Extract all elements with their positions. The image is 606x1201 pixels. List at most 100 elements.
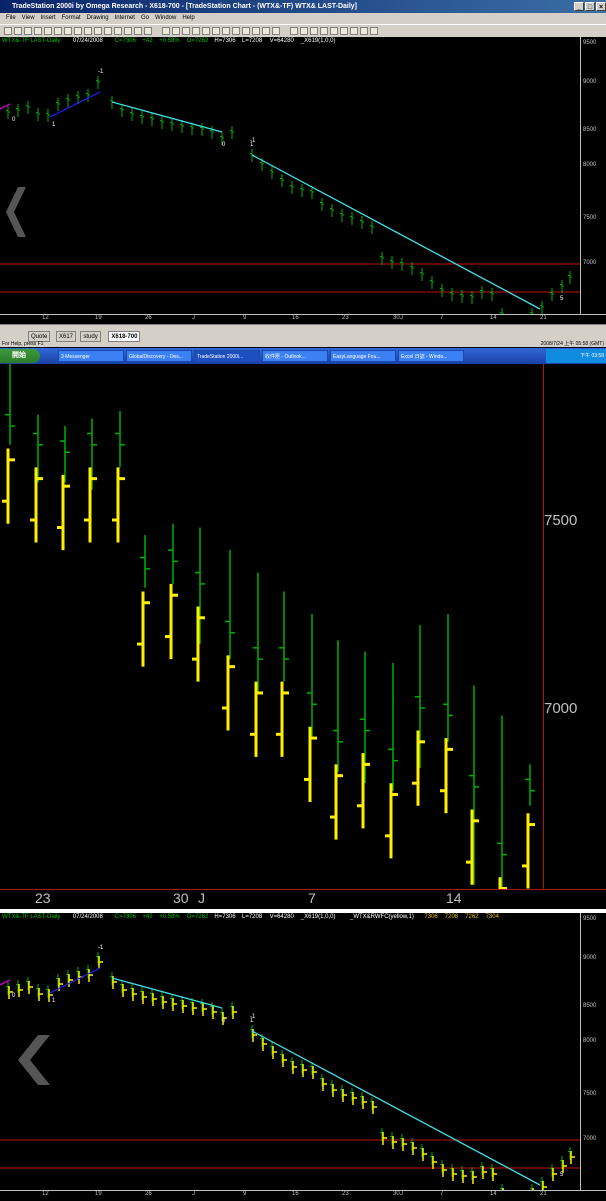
status-help-text: For Help, press F1 — [2, 341, 44, 347]
toolbar-button[interactable] — [162, 27, 170, 35]
x-axis-label: 14 — [446, 890, 462, 906]
toolbar-button[interactable] — [340, 27, 348, 35]
chart-header-field: V=64280 — [269, 914, 294, 920]
chart2-plot-area[interactable] — [0, 364, 543, 889]
chart3-x-axis: 12 19 26 J 9 16 23 30 J 7 14 21 — [0, 1190, 606, 1201]
taskbar-item[interactable]: TradeStation 2000i... — [194, 350, 260, 362]
minimize-icon[interactable]: _ — [574, 2, 584, 11]
x-axis-label: 26 — [145, 1191, 152, 1197]
x-axis-label: 19 — [95, 315, 102, 321]
toolbar-button[interactable] — [34, 27, 42, 35]
toolbar-button[interactable] — [144, 27, 152, 35]
toolbar-button[interactable] — [290, 27, 298, 35]
taskbar-item[interactable]: EasyLanguage Fou... — [330, 350, 396, 362]
toolbar-button[interactable] — [94, 27, 102, 35]
menu-file[interactable]: File — [6, 15, 16, 21]
y-axis-label: 7500 — [583, 215, 597, 221]
toolbar-button[interactable] — [272, 27, 280, 35]
x-axis-label: 12 — [42, 315, 49, 321]
toolbar-button[interactable] — [300, 27, 308, 35]
x-axis-label: 30 — [393, 1191, 400, 1197]
chevron-left-icon[interactable] — [16, 1035, 52, 1085]
chart-header-field: 7208 — [444, 914, 459, 920]
chart-header-field: O=7262 — [186, 38, 209, 44]
toolbar-button[interactable] — [310, 27, 318, 35]
x-axis-label: 16 — [292, 315, 299, 321]
y-axis-label: 7500 — [583, 1091, 597, 1097]
toolbar-button[interactable] — [350, 27, 358, 35]
title-bar[interactable]: TradeStation 2000i by Omega Research - X… — [0, 0, 606, 13]
x-axis-label: 9 — [243, 315, 247, 321]
y-axis-label: 8500 — [583, 1003, 597, 1009]
toolbar-button[interactable] — [182, 27, 190, 35]
toolbar-button[interactable] — [114, 27, 122, 35]
toolbar-button[interactable] — [192, 27, 200, 35]
chart1-y-axis: 9500 9000 8500 8000 7500 7000 — [580, 37, 606, 314]
y-axis-label: 8000 — [583, 1038, 597, 1044]
toolbar-button[interactable] — [202, 27, 210, 35]
chevron-left-icon[interactable] — [6, 187, 26, 237]
status-datetime: 2008/7/24 上午 05:58 (GMT) — [540, 341, 604, 347]
toolbar-button[interactable] — [64, 27, 72, 35]
menu-window[interactable]: Window — [155, 15, 176, 21]
close-icon[interactable]: × — [596, 2, 606, 11]
taskbar-item[interactable]: Excel 日誌 - Windo... — [398, 350, 464, 362]
toolbar-button[interactable] — [212, 27, 220, 35]
chart1-plot-area[interactable]: 01-101-1005 WTX&-TF LAST-Daily07/24/2008… — [0, 37, 580, 314]
y-axis-label: 7000 — [544, 700, 578, 717]
toolbar-button[interactable] — [74, 27, 82, 35]
toolbar — [0, 24, 606, 38]
taskbar-item[interactable]: GlobalDiscovery - Des... — [126, 350, 192, 362]
system-tray[interactable]: 下午 03:58 — [546, 349, 606, 363]
x-axis-label: J — [192, 1191, 195, 1197]
toolbar-button[interactable] — [124, 27, 132, 35]
chart-header-field: +42 — [142, 38, 153, 44]
toolbar-button[interactable] — [4, 27, 12, 35]
toolbar-button[interactable] — [54, 27, 62, 35]
menu-insert[interactable]: Insert — [41, 15, 56, 21]
menu-help[interactable]: Help — [182, 15, 194, 21]
taskbar-item[interactable]: 3 Messenger — [58, 350, 124, 362]
toolbar-button[interactable] — [134, 27, 142, 35]
chart3-plot-area[interactable]: 01-101-1005 WTX&-TF LAST-Daily07/24/2008… — [0, 913, 580, 1190]
toolbar-button[interactable] — [252, 27, 260, 35]
chart3-y-axis: 9500 9000 8500 8000 7500 7000 — [580, 913, 606, 1190]
menu-bar: File View Insert Format Drawing Internet Go Win… — [0, 13, 606, 24]
toolbar-button[interactable] — [84, 27, 92, 35]
toolbar-button[interactable] — [262, 27, 270, 35]
start-button[interactable]: 開始 — [0, 349, 40, 363]
toolbar-button[interactable] — [330, 27, 338, 35]
chart-header-field: C=7306 — [114, 38, 136, 44]
toolbar-button[interactable] — [222, 27, 230, 35]
chart-header-field: _X619(1,0,0) — [300, 38, 336, 44]
chart-header-field: _X619(1,0,0) — [300, 914, 336, 920]
chart2-price-bars — [2, 364, 535, 889]
chart-header-field: H=7306 — [214, 38, 236, 44]
menu-drawing[interactable]: Drawing — [87, 15, 109, 21]
toolbar-button[interactable] — [360, 27, 368, 35]
chart-header-field: O=7262 — [186, 914, 209, 920]
menu-view[interactable]: View — [22, 15, 35, 21]
toolbar-button[interactable] — [320, 27, 328, 35]
status-bar: For Help, press F1 2008/7/24 上午 05:58 (G… — [0, 341, 606, 348]
swing-label: 5 — [560, 296, 564, 302]
x-axis-label: J — [198, 890, 205, 906]
toolbar-button[interactable] — [24, 27, 32, 35]
toolbar-button[interactable] — [242, 27, 250, 35]
toolbar-button[interactable] — [44, 27, 52, 35]
x-axis-label: 21 — [540, 315, 547, 321]
menu-go[interactable]: Go — [141, 15, 149, 21]
toolbar-button[interactable] — [370, 27, 378, 35]
window-title: TradeStation 2000i by Omega Research - X… — [12, 3, 358, 10]
toolbar-button[interactable] — [14, 27, 22, 35]
chart1-price-bars: 01-101-1005 — [0, 69, 580, 314]
maximize-icon[interactable]: □ — [585, 2, 595, 11]
toolbar-button[interactable] — [172, 27, 180, 35]
menu-format[interactable]: Format — [62, 15, 81, 21]
x-axis-label: 21 — [540, 1191, 547, 1197]
menu-internet[interactable]: Internet — [115, 15, 135, 21]
taskbar-item[interactable]: 收件匣 - Outlook... — [262, 350, 328, 362]
toolbar-button[interactable] — [232, 27, 240, 35]
toolbar-button[interactable] — [104, 27, 112, 35]
swing-label: -1 — [250, 138, 256, 144]
